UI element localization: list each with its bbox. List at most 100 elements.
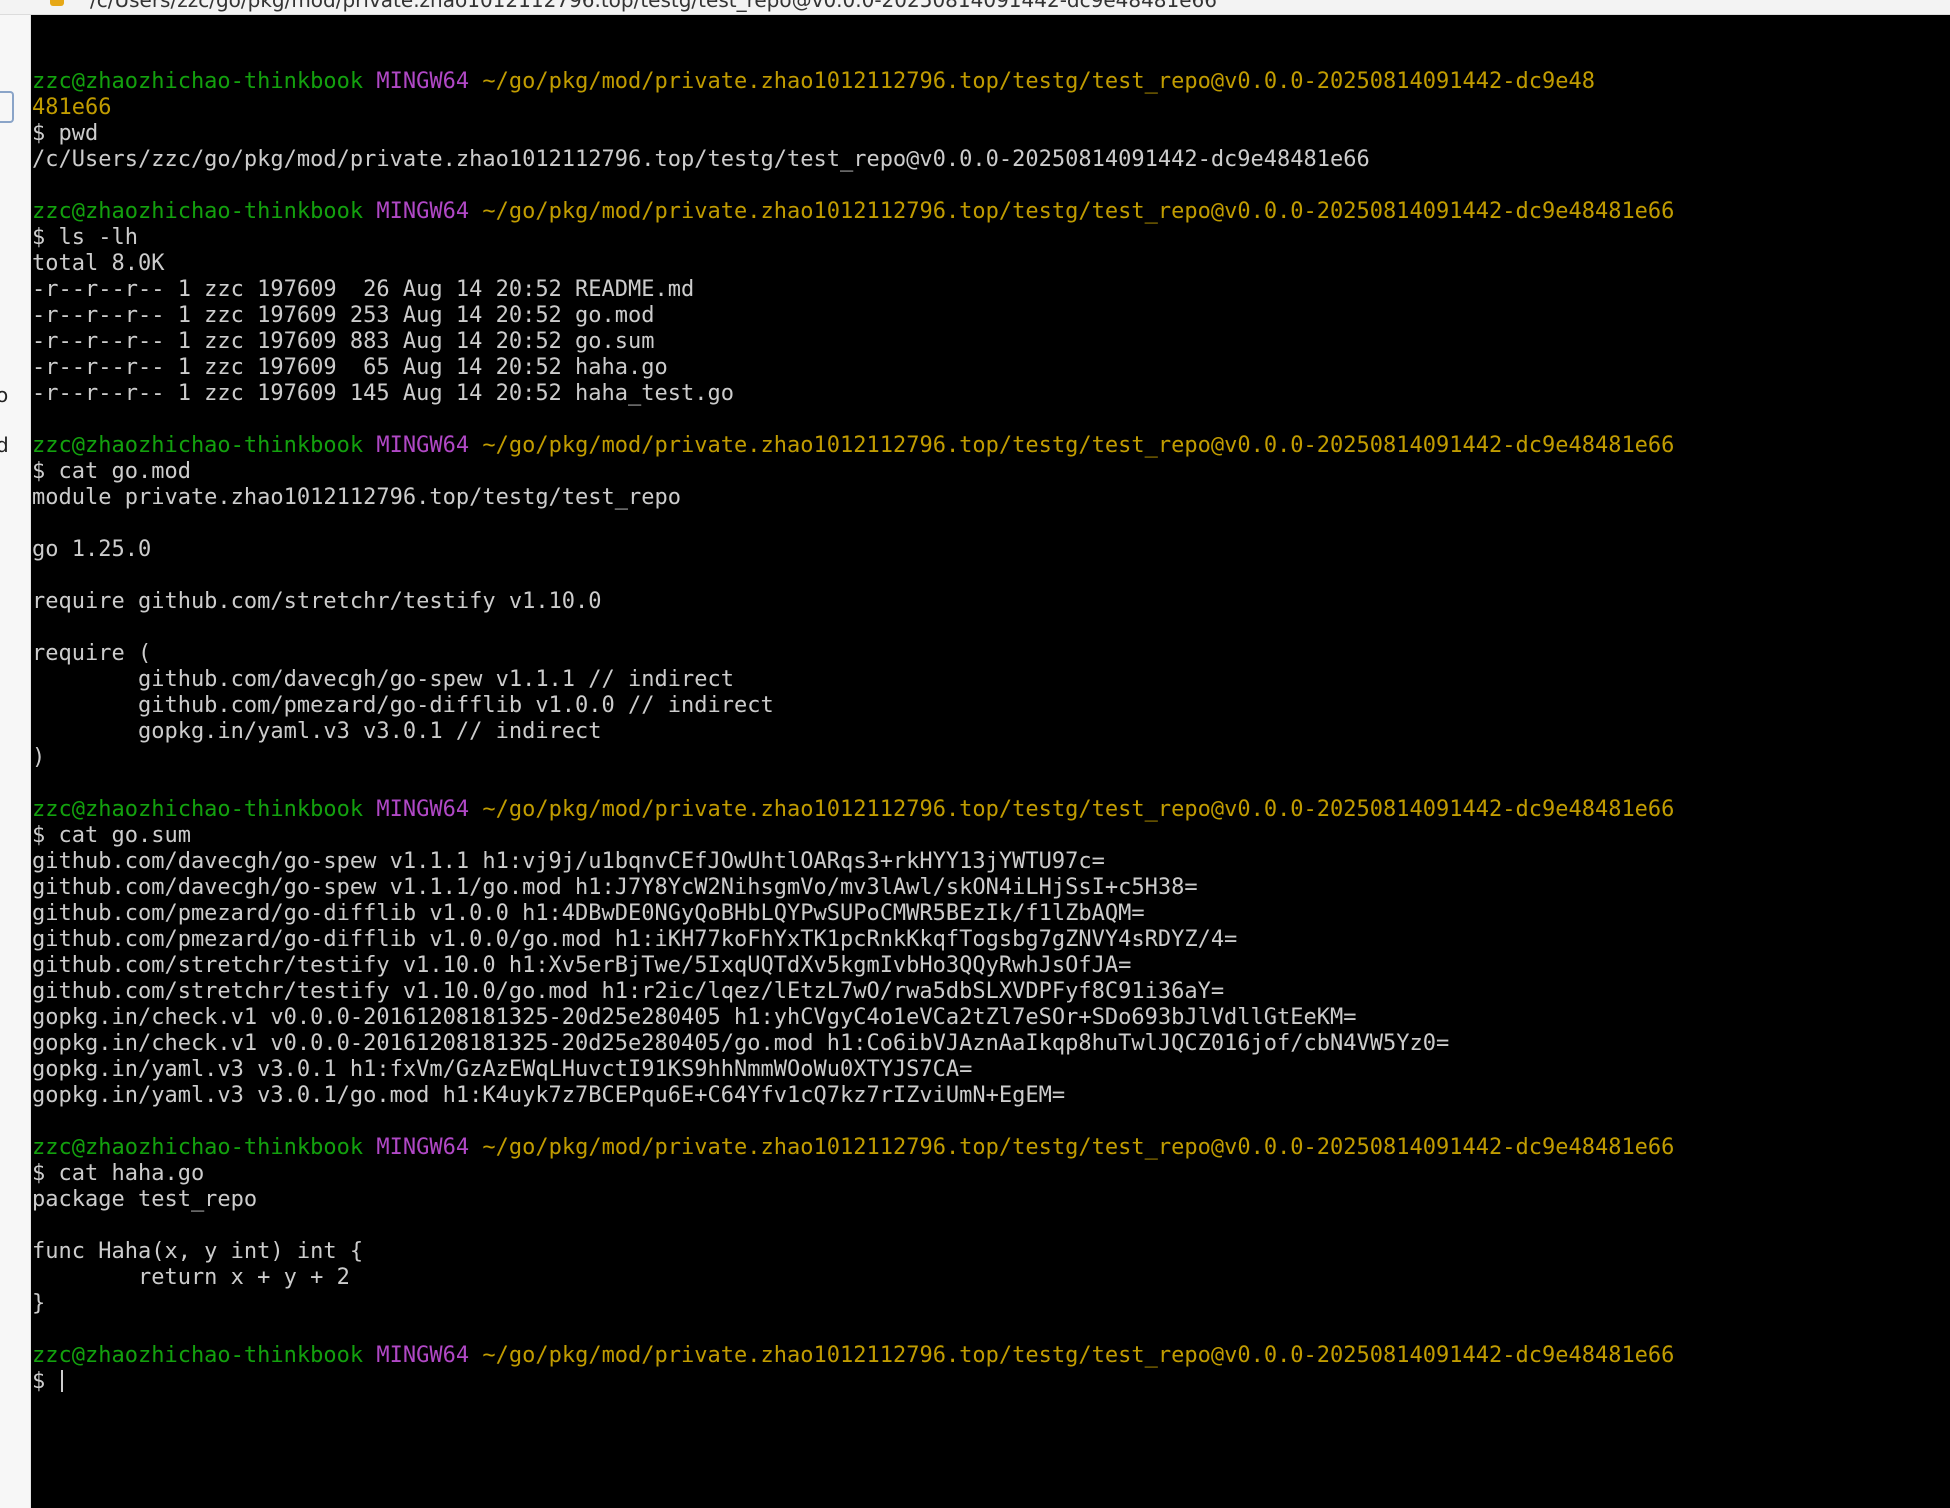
output-text: func Haha(x, y int) int { bbox=[32, 1239, 364, 1264]
prompt-user: zzc@zhaozhichao-thinkbook bbox=[32, 797, 364, 822]
output-text: -r--r--r-- 1 zzc 197609 883 Aug 14 20:52… bbox=[32, 329, 655, 354]
output-text: gopkg.in/yaml.v3 v3.0.1 // indirect bbox=[32, 719, 602, 744]
prompt-path: ~/go/pkg/mod/private.zhao1012112796.top/… bbox=[482, 797, 1675, 822]
output-text: gopkg.in/check.v1 v0.0.0-20161208181325-… bbox=[32, 1005, 1357, 1030]
prompt-system: MINGW64 bbox=[376, 1343, 470, 1368]
output-text: gopkg.in/check.v1 v0.0.0-20161208181325-… bbox=[32, 1031, 1450, 1056]
output-line: /c/Users/zzc/go/pkg/mod/private.zhao1012… bbox=[32, 147, 1674, 173]
output-line: github.com/pmezard/go-difflib v1.0.0 // … bbox=[32, 693, 1674, 719]
output-line: gopkg.in/yaml.v3 v3.0.1/go.mod h1:K4uyk7… bbox=[32, 1083, 1674, 1109]
output-text: -r--r--r-- 1 zzc 197609 65 Aug 14 20:52 … bbox=[32, 355, 668, 380]
background-window-glyph: d bbox=[0, 433, 9, 457]
prompt-line: zzc@zhaozhichao-thinkbook MINGW64 ~/go/p… bbox=[32, 797, 1674, 823]
output-text: module private.zhao1012112796.top/testg/… bbox=[32, 485, 682, 510]
output-line: -r--r--r-- 1 zzc 197609 253 Aug 14 20:52… bbox=[32, 303, 1674, 329]
prompt-line: zzc@zhaozhichao-thinkbook MINGW64 ~/go/p… bbox=[32, 69, 1674, 95]
prompt-line: zzc@zhaozhichao-thinkbook MINGW64 ~/go/p… bbox=[32, 1135, 1674, 1161]
output-text: } bbox=[32, 1291, 46, 1316]
window-edge-icon bbox=[0, 91, 14, 123]
prompt-path: ~/go/pkg/mod/private.zhao1012112796.top/… bbox=[482, 1135, 1675, 1160]
terminal-window[interactable]: zzc@zhaozhichao-thinkbook MINGW64 ~/go/p… bbox=[31, 15, 1950, 1508]
output-line: $ ls -lh bbox=[32, 225, 1674, 251]
output-line: -r--r--r-- 1 zzc 197609 26 Aug 14 20:52 … bbox=[32, 277, 1674, 303]
terminal-output: zzc@zhaozhichao-thinkbook MINGW64 ~/go/p… bbox=[32, 43, 1674, 1395]
output-text: $ ls -lh bbox=[32, 225, 138, 250]
output-text: require ( bbox=[32, 641, 152, 666]
output-text: -r--r--r-- 1 zzc 197609 145 Aug 14 20:52… bbox=[32, 381, 734, 406]
output-text: github.com/pmezard/go-difflib v1.0.0/go.… bbox=[32, 927, 1238, 952]
output-line: total 8.0K bbox=[32, 251, 1674, 277]
output-line: package test_repo bbox=[32, 1187, 1674, 1213]
output-line: github.com/davecgh/go-spew v1.1.1 h1:vj9… bbox=[32, 849, 1674, 875]
background-window-glyph: o bbox=[0, 383, 8, 407]
prompt-user: zzc@zhaozhichao-thinkbook bbox=[32, 69, 364, 94]
terminal-app-icon bbox=[50, 0, 64, 6]
prompt-path: ~/go/pkg/mod/private.zhao1012112796.top/… bbox=[482, 199, 1675, 224]
output-text: package test_repo bbox=[32, 1187, 258, 1212]
output-line: require ( bbox=[32, 641, 1674, 667]
output-line: return x + y + 2 bbox=[32, 1265, 1674, 1291]
prompt-path: ~/go/pkg/mod/private.zhao1012112796.top/… bbox=[482, 433, 1675, 458]
prompt-path: ~/go/pkg/mod/private.zhao1012112796.top/… bbox=[482, 69, 1595, 94]
output-text: total 8.0K bbox=[32, 251, 165, 276]
command-input-line[interactable]: $ bbox=[32, 1369, 1674, 1395]
prompt-symbol: $ bbox=[32, 1369, 59, 1394]
output-text: -r--r--r-- 1 zzc 197609 26 Aug 14 20:52 … bbox=[32, 277, 695, 302]
prompt-user: zzc@zhaozhichao-thinkbook bbox=[32, 199, 364, 224]
output-text: return x + y + 2 bbox=[32, 1265, 350, 1290]
output-line: $ cat haha.go bbox=[32, 1161, 1674, 1187]
output-text: ) bbox=[32, 745, 46, 770]
output-line: github.com/pmezard/go-difflib v1.0.0 h1:… bbox=[32, 901, 1674, 927]
output-line: require github.com/stretchr/testify v1.1… bbox=[32, 589, 1674, 615]
output-text: github.com/pmezard/go-difflib v1.0.0 // … bbox=[32, 693, 774, 718]
output-line: github.com/davecgh/go-spew v1.1.1/go.mod… bbox=[32, 875, 1674, 901]
output-text: github.com/davecgh/go-spew v1.1.1 // ind… bbox=[32, 667, 734, 692]
output-line: ) bbox=[32, 745, 1674, 771]
output-line: } bbox=[32, 1291, 1674, 1317]
text-cursor bbox=[60, 1370, 63, 1392]
output-line: $ pwd bbox=[32, 121, 1674, 147]
prompt-system: MINGW64 bbox=[376, 797, 470, 822]
prompt-user: zzc@zhaozhichao-thinkbook bbox=[32, 1343, 364, 1368]
output-line: gopkg.in/yaml.v3 v3.0.1 // indirect bbox=[32, 719, 1674, 745]
output-line: -r--r--r-- 1 zzc 197609 883 Aug 14 20:52… bbox=[32, 329, 1674, 355]
output-line: github.com/pmezard/go-difflib v1.0.0/go.… bbox=[32, 927, 1674, 953]
output-text: gopkg.in/yaml.v3 v3.0.1/go.mod h1:K4uyk7… bbox=[32, 1083, 1066, 1108]
screenshot-page: /c/Users/zzc/go/pkg/mod/private.zhao1012… bbox=[0, 0, 1950, 1508]
output-text: $ pwd bbox=[32, 121, 99, 146]
window-title: /c/Users/zzc/go/pkg/mod/private.zhao1012… bbox=[90, 0, 1218, 12]
output-line: gopkg.in/yaml.v3 v3.0.1 h1:fxVm/GzAzEWqL… bbox=[32, 1057, 1674, 1083]
output-line: module private.zhao1012112796.top/testg/… bbox=[32, 485, 1674, 511]
output-line: github.com/stretchr/testify v1.10.0 h1:X… bbox=[32, 953, 1674, 979]
prompt-system: MINGW64 bbox=[376, 199, 470, 224]
output-line: go 1.25.0 bbox=[32, 537, 1674, 563]
output-line: github.com/davecgh/go-spew v1.1.1 // ind… bbox=[32, 667, 1674, 693]
prompt-path: 481e66 bbox=[32, 95, 112, 120]
prompt-path-wrap: 481e66 bbox=[32, 95, 1674, 121]
prompt-system: MINGW64 bbox=[376, 69, 470, 94]
output-text: $ cat go.mod bbox=[32, 459, 191, 484]
background-window-edge: o d bbox=[0, 15, 31, 1508]
output-line: func Haha(x, y int) int { bbox=[32, 1239, 1674, 1265]
output-line: -r--r--r-- 1 zzc 197609 145 Aug 14 20:52… bbox=[32, 381, 1674, 407]
prompt-line: zzc@zhaozhichao-thinkbook MINGW64 ~/go/p… bbox=[32, 199, 1674, 225]
prompt-line: zzc@zhaozhichao-thinkbook MINGW64 ~/go/p… bbox=[32, 1343, 1674, 1369]
output-text: -r--r--r-- 1 zzc 197609 253 Aug 14 20:52… bbox=[32, 303, 655, 328]
output-line: $ cat go.sum bbox=[32, 823, 1674, 849]
output-text: github.com/davecgh/go-spew v1.1.1/go.mod… bbox=[32, 875, 1198, 900]
prompt-line: zzc@zhaozhichao-thinkbook MINGW64 ~/go/p… bbox=[32, 433, 1674, 459]
output-line: gopkg.in/check.v1 v0.0.0-20161208181325-… bbox=[32, 1031, 1674, 1057]
output-text: gopkg.in/yaml.v3 v3.0.1 h1:fxVm/GzAzEWqL… bbox=[32, 1057, 973, 1082]
output-text: github.com/stretchr/testify v1.10.0 h1:X… bbox=[32, 953, 1132, 978]
output-text: $ cat haha.go bbox=[32, 1161, 205, 1186]
window-title-bar[interactable]: /c/Users/zzc/go/pkg/mod/private.zhao1012… bbox=[0, 0, 1950, 15]
prompt-user: zzc@zhaozhichao-thinkbook bbox=[32, 1135, 364, 1160]
